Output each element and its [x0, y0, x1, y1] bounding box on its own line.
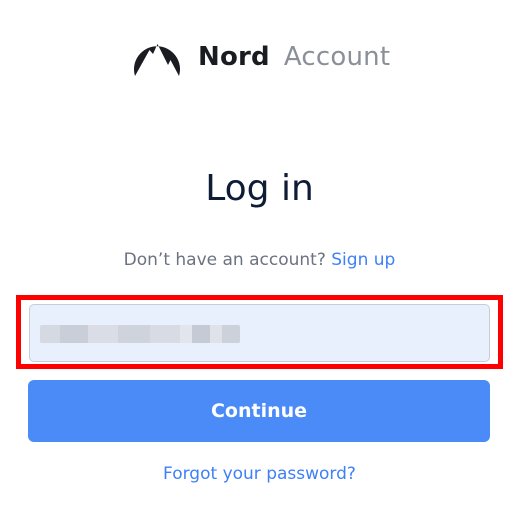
- brand-subtitle: Account: [283, 42, 391, 72]
- forgot-password-link[interactable]: Forgot your password?: [0, 464, 519, 484]
- nord-mountain-logo-icon: [134, 44, 180, 76]
- brand-name: Nord: [198, 42, 270, 72]
- signup-prompt-text: Don’t have an account?: [123, 250, 326, 270]
- email-field[interactable]: [29, 304, 490, 362]
- redacted-email-value: [40, 325, 240, 343]
- signup-prompt-row: Don’t have an account? Sign up: [0, 250, 519, 270]
- nord-account-brand: Nord Account: [132, 34, 390, 80]
- sign-up-link[interactable]: Sign up: [331, 250, 395, 270]
- page-title: Log in: [205, 168, 314, 209]
- continue-button[interactable]: Continue: [28, 380, 490, 442]
